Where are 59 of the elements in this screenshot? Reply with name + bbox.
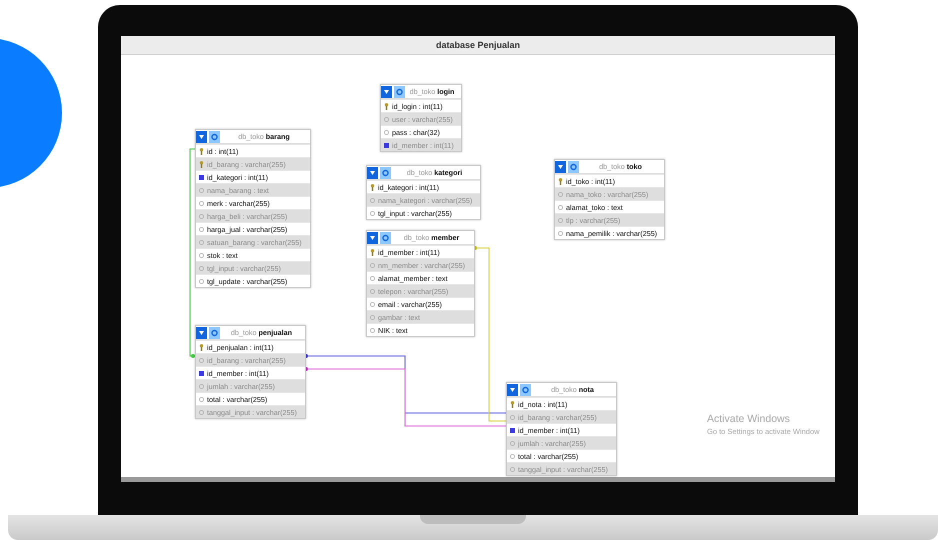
circle-icon — [199, 358, 204, 362]
circle-icon — [510, 414, 515, 420]
circle-icon — [384, 116, 389, 122]
circle-icon — [199, 226, 204, 232]
circle-icon — [199, 278, 204, 284]
circle-icon — [558, 192, 563, 196]
settings-icon[interactable] — [394, 86, 405, 98]
circle-icon — [510, 440, 515, 446]
square-icon — [510, 428, 515, 432]
collapse-icon[interactable] — [367, 232, 378, 244]
window-title: database Penjualan — [121, 36, 835, 55]
circle-icon — [384, 130, 389, 134]
key-icon — [510, 400, 515, 408]
collapse-icon[interactable] — [196, 130, 207, 142]
circle-icon — [199, 188, 204, 192]
circle-icon — [199, 214, 204, 218]
square-icon — [199, 370, 204, 376]
circle-icon — [370, 198, 375, 202]
circle-icon — [199, 200, 204, 206]
square-icon — [199, 174, 204, 180]
key-icon — [558, 178, 563, 184]
settings-icon[interactable] — [520, 384, 531, 396]
circle-icon — [558, 218, 563, 222]
settings-icon[interactable] — [209, 130, 220, 142]
circle-icon — [199, 266, 204, 270]
circle-icon — [558, 204, 563, 210]
square-icon — [384, 142, 389, 148]
circle-icon — [370, 210, 375, 216]
circle-icon — [370, 276, 375, 280]
settings-icon[interactable] — [209, 326, 220, 338]
circle-icon — [370, 328, 375, 332]
key-icon — [199, 160, 204, 168]
key-icon — [199, 148, 204, 154]
circle-icon — [510, 466, 515, 472]
circle-icon — [370, 302, 375, 306]
key-icon — [370, 184, 375, 190]
circle-icon — [370, 262, 375, 268]
key-icon — [384, 102, 389, 110]
collapse-icon[interactable] — [381, 86, 392, 98]
circle-icon — [370, 288, 375, 294]
circle-icon — [199, 384, 204, 388]
circle-icon — [199, 252, 204, 258]
settings-icon[interactable] — [380, 232, 391, 244]
settings-icon[interactable] — [568, 160, 579, 172]
circle-icon — [199, 410, 204, 414]
circle-icon — [558, 230, 563, 236]
settings-icon[interactable] — [380, 166, 391, 178]
collapse-icon[interactable] — [555, 160, 566, 172]
table-card[interactable] — [195, 129, 311, 288]
collapse-icon[interactable] — [367, 166, 378, 178]
collapse-icon[interactable] — [196, 326, 207, 338]
circle-icon — [510, 454, 515, 458]
circle-icon — [199, 240, 204, 244]
key-icon — [370, 248, 375, 256]
activation-title: Activate Windows — [707, 413, 791, 425]
circle-icon — [199, 396, 204, 402]
collapse-icon[interactable] — [507, 384, 518, 396]
key-icon — [199, 344, 204, 350]
circle-icon — [370, 314, 375, 320]
